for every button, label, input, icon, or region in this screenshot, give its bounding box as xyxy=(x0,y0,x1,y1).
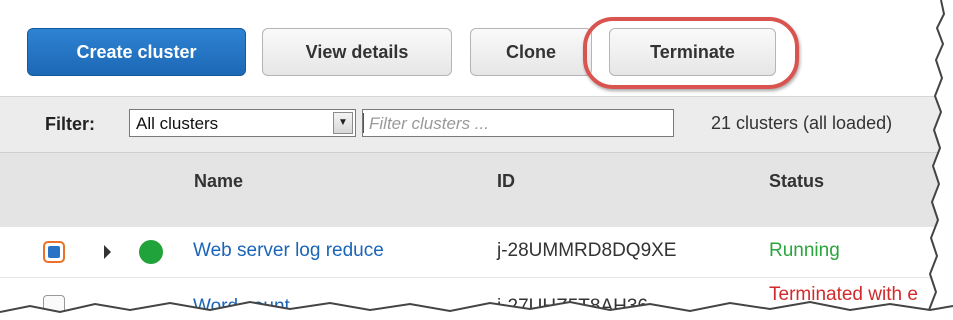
cluster-count: 21 clusters (all loaded) xyxy=(711,113,893,133)
cluster-filter-select[interactable]: All clusters ▼ xyxy=(129,109,356,137)
filter-search-placeholder: Filter clusters ... xyxy=(369,114,489,133)
view-details-button[interactable]: View details xyxy=(262,28,452,76)
create-cluster-button[interactable]: Create cluster xyxy=(27,28,246,76)
column-header-id[interactable]: ID xyxy=(497,171,515,192)
expand-triangle-icon[interactable] xyxy=(104,245,111,259)
table-row[interactable]: Web server log reduce j-28UMMRD8DQ9XE Ru… xyxy=(0,227,953,278)
clone-button[interactable]: Clone xyxy=(470,28,592,76)
torn-edge-bottom xyxy=(0,300,953,320)
filter-bar: Filter: All clusters ▼ Filter clusters .… xyxy=(0,96,953,153)
torn-edge-right xyxy=(927,0,953,320)
filter-label: Filter: xyxy=(45,114,96,134)
emr-cluster-list: Create cluster View details Clone Termin… xyxy=(0,0,953,320)
toolbar: Create cluster View details Clone Termin… xyxy=(0,0,953,92)
column-header-status[interactable]: Status xyxy=(769,171,824,192)
checkbox-check-mark xyxy=(48,246,60,258)
row-checkbox[interactable] xyxy=(43,241,65,263)
terminate-button[interactable]: Terminate xyxy=(609,28,776,76)
status-dot-icon xyxy=(139,240,163,264)
cluster-filter-selected: All clusters xyxy=(136,114,219,133)
table-header: Name ID Status xyxy=(0,152,953,228)
filter-search-input[interactable]: Filter clusters ... xyxy=(362,109,674,137)
column-header-name[interactable]: Name xyxy=(194,171,243,192)
cluster-name-link[interactable]: Web server log reduce xyxy=(193,240,384,262)
cluster-id: j-28UMMRD8DQ9XE xyxy=(497,240,677,261)
text-caret xyxy=(363,113,364,133)
cluster-status: Running xyxy=(769,240,840,261)
dropdown-arrow-icon[interactable]: ▼ xyxy=(333,112,353,134)
